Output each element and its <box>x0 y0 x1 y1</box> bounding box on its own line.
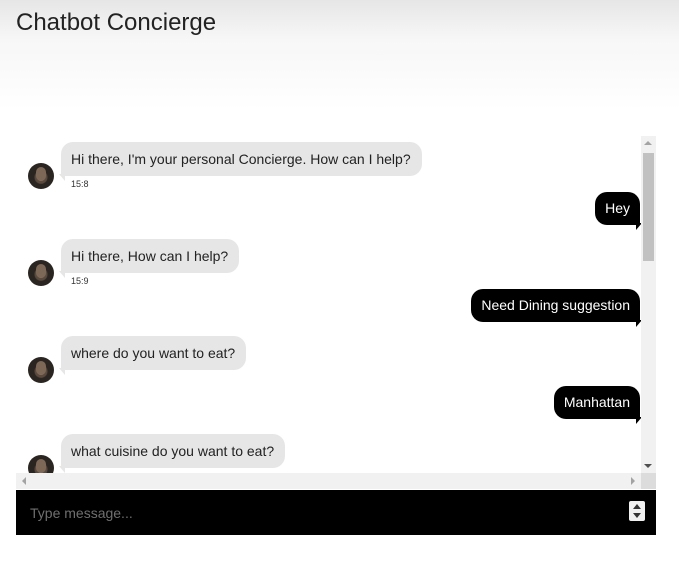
bot-avatar <box>28 357 54 383</box>
scroll-thumb[interactable] <box>643 153 654 261</box>
bot-message: what cuisine do you want to eat? <box>16 434 640 473</box>
header: Chatbot Concierge <box>0 0 679 112</box>
user-message: Hey <box>16 192 642 232</box>
user-message: Manhattan <box>16 386 643 426</box>
bot-message-bubble: where do you want to eat? <box>58 336 247 375</box>
message-timestamp: 15:9 <box>71 276 89 286</box>
bot-message: Hi there, I'm your personal Concierge. H… <box>16 142 640 192</box>
scroll-up-arrow-icon[interactable] <box>644 141 652 145</box>
user-message-bubble: Need Dining suggestion <box>471 289 642 327</box>
scroll-right-arrow-icon[interactable] <box>631 477 635 485</box>
bot-message-bubble: what cuisine do you want to eat? <box>58 434 286 473</box>
bot-message: Hi there, How can I help? 15:9 <box>16 239 640 289</box>
bot-message: where do you want to eat? <box>16 336 640 386</box>
bot-avatar <box>28 260 54 286</box>
horizontal-scrollbar[interactable] <box>16 473 641 489</box>
app-title: Chatbot Concierge <box>16 9 217 36</box>
input-spinner[interactable] <box>629 501 645 521</box>
bot-avatar <box>28 455 54 473</box>
spinner-up-icon[interactable] <box>633 504 641 509</box>
chat-window[interactable]: Hi there, I'm your personal Concierge. H… <box>16 136 656 473</box>
spinner-down-icon[interactable] <box>633 513 641 518</box>
user-message: Need Dining suggestion <box>16 289 642 329</box>
scrollbar-corner <box>641 473 656 489</box>
message-input[interactable] <box>28 501 622 525</box>
bot-avatar <box>28 163 54 189</box>
scroll-down-arrow-icon[interactable] <box>644 464 652 468</box>
bot-message-bubble: Hi there, I'm your personal Concierge. H… <box>59 142 422 181</box>
user-message-bubble: Manhattan <box>553 386 643 424</box>
bot-message-bubble: Hi there, How can I help? <box>58 239 240 278</box>
user-message-bubble: Hey <box>595 192 642 230</box>
scroll-left-arrow-icon[interactable] <box>22 477 26 485</box>
vertical-scrollbar[interactable] <box>641 136 656 473</box>
message-composer <box>16 490 656 535</box>
message-timestamp: 15:8 <box>71 179 89 189</box>
